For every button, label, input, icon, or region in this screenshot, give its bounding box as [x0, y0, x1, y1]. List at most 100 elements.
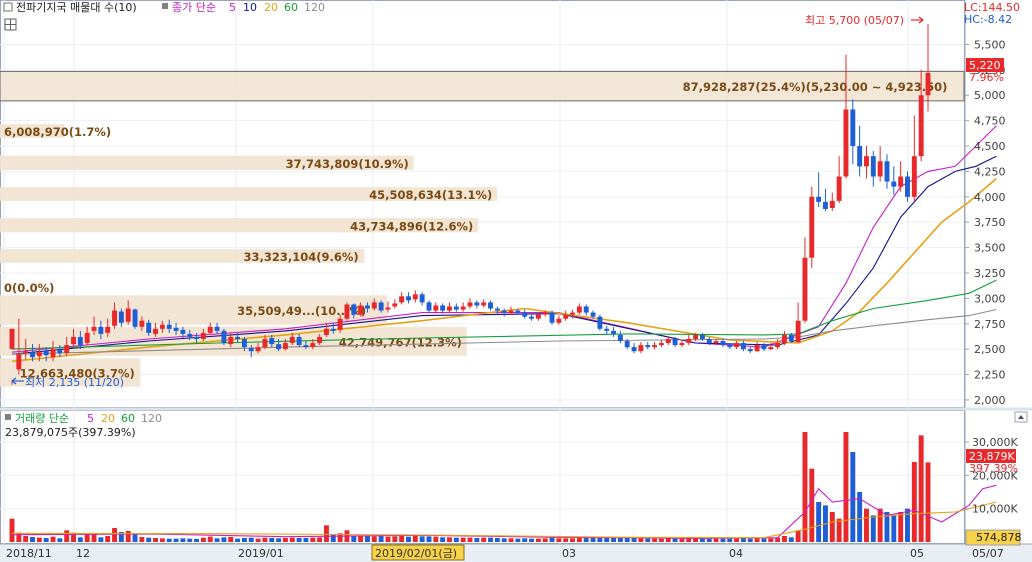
volume-bar: [159, 538, 165, 542]
scroll-arrow-icon[interactable]: [1014, 411, 1028, 423]
volume-bar: [125, 531, 131, 542]
volume-bar: [522, 538, 528, 542]
candle-body: [187, 333, 193, 337]
candle-body: [529, 316, 534, 319]
volume-legend-icon[interactable]: [5, 414, 11, 420]
date-label: 2018/11: [6, 547, 52, 560]
volume-bar: [248, 537, 254, 542]
volume-bar: [392, 536, 398, 542]
volume-bar: [371, 536, 377, 542]
candle-body: [200, 332, 206, 339]
volume-bar: [911, 462, 917, 542]
candle-body: [323, 328, 329, 335]
candle-body: [371, 302, 377, 309]
candle-body: [816, 196, 822, 202]
candle-body: [583, 306, 589, 313]
volume-splitter[interactable]: [0, 407, 1032, 411]
ma-legend-label: 종가 단순: [172, 1, 216, 14]
volume-bar: [542, 538, 548, 542]
volume-bar: [658, 538, 664, 542]
candle-body: [71, 336, 76, 345]
candle-body: [911, 156, 917, 197]
volume-bar: [289, 537, 295, 542]
volume-bar: [310, 537, 316, 542]
candle-body: [713, 341, 719, 344]
low-marker: 최저 2,135 (11/20): [25, 376, 124, 389]
volume-bar: [50, 536, 56, 542]
collapse-icon[interactable]: [3, 2, 13, 12]
volume-bar: [317, 537, 323, 542]
volume-bar: [781, 536, 787, 542]
hc-label: HC:-8.42: [964, 13, 1012, 26]
volume-period-20: 20: [101, 412, 115, 425]
candle-body: [925, 72, 931, 96]
volume-bar: [406, 536, 411, 542]
volume-profile-label: 33,323,104(9.6%): [244, 250, 359, 264]
volume-axis: 30,000K20,000K10,000K: [965, 436, 1018, 516]
volume-tick-label: 10,000K: [972, 503, 1018, 516]
candle-body: [768, 347, 774, 350]
candle-body: [269, 337, 275, 345]
ma-period-20: 20: [264, 1, 278, 14]
candle-body: [64, 345, 70, 354]
candle-body: [870, 156, 876, 177]
volume-bar: [221, 537, 227, 542]
price-tick-label: 5,000: [974, 89, 1006, 102]
candle-body: [419, 294, 425, 303]
candle-body: [412, 294, 418, 300]
candle-body: [727, 345, 733, 348]
candle-body: [754, 345, 760, 352]
volume-bar: [590, 538, 596, 542]
volume-bar: [686, 538, 692, 542]
grid-icon[interactable]: [4, 18, 17, 31]
volume-bar: [262, 537, 268, 542]
candle-body: [132, 309, 138, 327]
volume-bar: [214, 538, 220, 542]
volume-bar: [187, 538, 193, 542]
volume-bar: [153, 538, 159, 542]
volume-bar: [795, 530, 801, 542]
candle-body: [542, 312, 548, 315]
candle-body: [330, 328, 336, 331]
candle-body: [898, 176, 904, 187]
volume-bar: [282, 538, 288, 542]
candle-body: [118, 311, 124, 323]
date-label-right: 05/07: [972, 547, 1004, 560]
volume-bar: [549, 537, 555, 542]
volume-bar: [891, 515, 897, 542]
volume-bar: [754, 538, 760, 542]
candle-body: [180, 329, 186, 334]
price-tick-label: 4,250: [974, 165, 1006, 178]
volume-bar: [77, 537, 83, 542]
price-tick-label: 4,500: [974, 140, 1006, 153]
candle-body: [747, 349, 753, 352]
candle-body: [173, 327, 179, 331]
candle-body: [30, 352, 35, 358]
volume-bar: [535, 538, 541, 542]
candle-body: [303, 345, 309, 348]
ma-period-120: 120: [304, 1, 325, 14]
volume-bar: [228, 537, 234, 542]
candle-body: [918, 95, 924, 157]
ma-legend-icon[interactable]: [162, 3, 168, 9]
volume-bar: [529, 538, 534, 542]
volume-bar: [255, 538, 261, 542]
volume-profile-label: 87,928,287(25.4%)(5,230.00 ~ 4,923.50): [683, 80, 948, 94]
volume-bar: [351, 535, 357, 542]
volume-bar: [494, 538, 500, 542]
candle-body: [734, 343, 740, 348]
candle-body: [638, 345, 644, 352]
volume-bar: [638, 538, 644, 542]
candle-body: [693, 334, 699, 339]
volume-bar: [166, 538, 172, 542]
volume-bar: [30, 537, 35, 542]
candle-body: [515, 310, 521, 313]
candle-body: [16, 354, 22, 370]
candle-body: [385, 307, 391, 310]
candle-body: [392, 303, 398, 307]
candle-body: [535, 314, 541, 319]
volume-bar: [200, 537, 206, 542]
candle-body: [604, 328, 610, 331]
volume-profile-label: 6,008,970(1.7%): [4, 125, 111, 139]
volume-bar: [734, 538, 740, 542]
